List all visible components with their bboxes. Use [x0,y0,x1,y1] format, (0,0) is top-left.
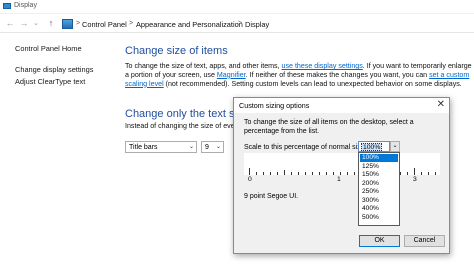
chevron-down-icon: ⌄ [188,144,194,150]
ruler-tick [291,172,292,175]
up-arrow-icon[interactable]: ↑ [44,15,58,32]
scale-label: Scale to this percentage of normal size: [244,144,367,151]
forward-arrow-icon[interactable]: → [17,15,31,32]
cancel-button[interactable]: Cancel [404,235,445,247]
scale-option-200[interactable]: 200% [360,180,398,188]
dialog-description-line-1: To change the size of all items on the d… [244,119,414,126]
scale-option-250[interactable]: 250% [360,188,398,196]
display-app-icon [3,3,11,9]
scale-option-150[interactable]: 150% [360,171,398,179]
breadcrumb-display[interactable]: Display [245,20,269,29]
description-text: . If neither of these makes the changes … [245,70,430,79]
ruler-label-3: 3 [413,176,417,183]
dialog-title-bar: Custom sizing options ✕ [234,98,449,113]
title-bar [0,0,474,14]
scale-options-list[interactable]: 100% 125% 150% 200% 250% 300% 400% 500% [358,152,400,226]
control-panel-home-link[interactable]: Control Panel Home [15,44,82,53]
window-title: Display [14,2,37,9]
description-line-2: a portion of your screen, use Magnifier.… [125,71,469,80]
dialog-description: To change the size of all items on the d… [244,119,414,136]
change-size-heading: Change size of items [125,45,228,57]
ruler-tick [284,170,285,175]
ruler-tick [319,172,320,175]
ruler-tick [326,172,327,175]
custom-sizing-dialog: Custom sizing options ✕ To change the si… [233,97,450,254]
ruler-tick [263,172,264,175]
ruler-tick [270,172,271,175]
ruler-tick [298,172,299,175]
ruler-tick [305,172,306,175]
text-size-description: Instead of changing the size of ever [125,122,237,130]
control-panel-icon [62,19,73,29]
breadcrumb-control-panel[interactable]: Control Panel [82,20,127,29]
scale-percentage-value: 100% [361,142,383,151]
breadcrumb-appearance[interactable]: Appearance and Personalization [136,20,243,29]
measurement-ruler[interactable] [244,153,440,175]
magnifier-link[interactable]: Magnifier [217,71,246,79]
dialog-description-line-2: percentage from the list. [244,127,320,135]
description-text: . If you want to temporarily enlarge [362,62,472,70]
description-line-1: To change the size of text, apps, and ot… [125,62,472,71]
text-size-heading: Change only the text size [125,108,249,120]
chevron-down-icon: ⌄ [215,144,221,150]
ruler-tick [414,168,415,175]
breadcrumb-separator: > [76,20,81,27]
custom-scaling-link[interactable]: scaling level [125,80,164,88]
ruler-tick [340,172,341,175]
scale-percentage-combo[interactable]: 100% [358,141,390,152]
description-line-3: scaling level (not recommended). Setting… [125,80,462,89]
description-text: To change the size of text, apps, and ot… [125,62,282,70]
recent-locations-chevron-icon[interactable]: ⌄ [31,15,41,32]
description-text: a portion of your screen, use [125,70,217,79]
ruler-tick [312,172,313,175]
dialog-title: Custom sizing options [239,101,310,110]
ruler-tick [347,172,348,175]
display-settings-link[interactable]: use these display settings [282,62,363,70]
scale-option-100[interactable]: 100% [360,154,398,162]
ruler-tick [407,172,408,175]
ruler-tick [428,172,429,175]
font-size-value: 9 [205,143,209,151]
breadcrumb-separator: > [129,20,134,27]
ruler-tick [400,172,401,175]
scale-option-400[interactable]: 400% [360,205,398,213]
ruler-tick [249,168,250,175]
ok-button[interactable]: OK [359,235,400,247]
adjust-cleartype-link[interactable]: Adjust ClearType text [15,77,85,86]
ruler-label-1: 1 [337,176,341,183]
scale-option-500[interactable]: 500% [360,214,398,222]
ruler-tick [277,172,278,175]
ruler-label-0: 0 [248,176,252,183]
change-display-settings-link[interactable]: Change display settings [15,65,93,74]
back-arrow-icon[interactable]: ← [3,15,17,32]
font-size-select[interactable]: 9 ⌄ [201,141,224,153]
ruler-tick [256,172,257,175]
scale-option-300[interactable]: 300% [360,197,398,205]
chevron-down-icon[interactable]: ⌄ [390,141,400,152]
close-icon[interactable]: ✕ [437,99,445,110]
ruler-tick [435,172,436,175]
item-select-value: Title bars [129,143,158,151]
item-select[interactable]: Title bars ⌄ [125,141,197,153]
custom-scaling-link[interactable]: set a custom [429,71,469,79]
description-text: (not recommended). Setting custom levels… [163,79,462,88]
ruler-tick [354,172,355,175]
scale-option-125[interactable]: 125% [360,163,398,171]
ruler-tick [421,172,422,175]
ruler-tick [333,172,334,175]
sample-font-text: 9 point Segoe UI. [244,193,299,200]
breadcrumb-separator: > [238,20,243,27]
